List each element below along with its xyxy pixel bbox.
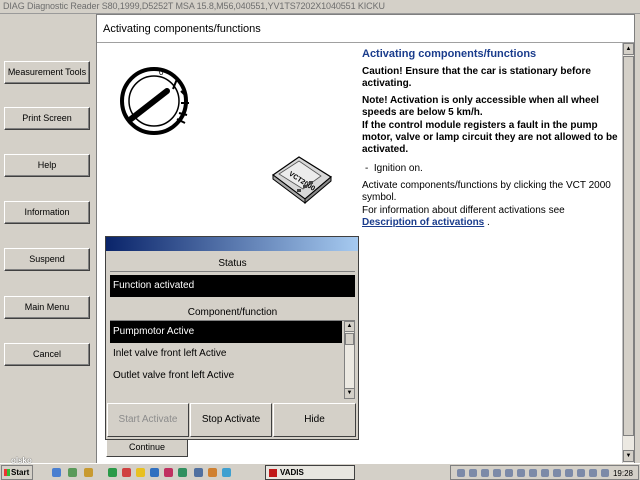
start-activate-button[interactable]: Start Activate	[107, 403, 189, 437]
list-scroll-up-icon[interactable]: ▲	[345, 322, 354, 332]
tray-icon[interactable]	[481, 469, 489, 477]
tray-icon[interactable]	[601, 469, 609, 477]
bullet-item: - Ignition on.	[365, 163, 625, 175]
status-value: Function activated	[110, 275, 355, 297]
information-button[interactable]: Information	[4, 201, 90, 224]
stop-activate-button[interactable]: Stop Activate	[190, 403, 272, 437]
quicklaunch-icon[interactable]	[122, 468, 131, 477]
start-label: Start	[11, 468, 30, 477]
dialog-titlebar[interactable]	[106, 237, 358, 251]
component-label: Component/function	[110, 305, 355, 321]
window-title: DIAG Diagnostic Reader S80,1999,D5252T M…	[3, 1, 385, 11]
svg-text:0: 0	[159, 68, 164, 77]
list-item[interactable]: Pumpmotor Active	[110, 321, 342, 343]
instruction-text: Activate components/functions by clickin…	[362, 180, 611, 203]
link-line: Description of activations .	[362, 217, 622, 229]
quicklaunch-icon[interactable]	[194, 468, 203, 477]
cancel-button[interactable]: Cancel	[4, 343, 90, 366]
print-screen-button[interactable]: Print Screen	[4, 107, 90, 130]
link-suffix: .	[487, 217, 490, 228]
tray-icon[interactable]	[493, 469, 501, 477]
quicklaunch-icon[interactable]	[52, 468, 61, 477]
vct2000-device-icon[interactable]: VCT2000	[269, 149, 335, 207]
continue-button[interactable]: Continue	[106, 437, 188, 457]
quicklaunch-icon[interactable]	[84, 468, 93, 477]
list-item[interactable]: Outlet valve front left Active	[110, 365, 342, 387]
help-button[interactable]: Help	[4, 154, 90, 177]
info-text: For information about different activati…	[362, 205, 565, 216]
quicklaunch-icon[interactable]	[164, 468, 173, 477]
page-header: Activating components/functions	[97, 15, 634, 43]
tray-icon[interactable]	[577, 469, 585, 477]
tray-icon[interactable]	[469, 469, 477, 477]
windows-logo-icon	[4, 469, 10, 476]
quicklaunch-icon[interactable]	[208, 468, 217, 477]
suspend-button[interactable]: Suspend	[4, 248, 90, 271]
note-text: Note! Activation is only accessible when…	[362, 95, 599, 118]
section-title: Activating components/functions	[362, 48, 537, 60]
system-tray: 19:28	[450, 465, 639, 480]
description-of-activations-link[interactable]: Description of activations	[362, 217, 484, 228]
quicklaunch-icon[interactable]	[136, 468, 145, 477]
hide-button[interactable]: Hide	[273, 403, 356, 437]
quicklaunch-icon[interactable]	[222, 468, 231, 477]
fault-text: If the control module registers a fault …	[362, 120, 618, 155]
watermark: olsko	[11, 456, 32, 465]
taskbar: Start VADIS 19:28	[0, 463, 640, 480]
scroll-down-icon[interactable]: ▼	[623, 450, 634, 462]
component-list: Pumpmotor Active Inlet valve front left …	[110, 321, 342, 399]
taskbar-vadis-button[interactable]: VADIS	[265, 465, 355, 480]
quicklaunch-icon[interactable]	[178, 468, 187, 477]
main-menu-button[interactable]: Main Menu	[4, 296, 90, 319]
list-scroll-thumb[interactable]	[345, 333, 354, 345]
list-item[interactable]: Inlet valve front left Active	[110, 343, 342, 365]
window-titlebar: DIAG Diagnostic Reader S80,1999,D5252T M…	[0, 0, 640, 14]
tray-icon[interactable]	[529, 469, 537, 477]
tray-icon[interactable]	[517, 469, 525, 477]
ignition-key-icon: 0	[120, 67, 189, 135]
component-list-scrollbar[interactable]: ▲ ▼	[344, 321, 355, 399]
caution-text: Caution! Ensure that the car is stationa…	[362, 66, 591, 89]
tray-icon[interactable]	[457, 469, 465, 477]
vadis-icon	[269, 469, 277, 477]
bullet-dash-icon: -	[365, 163, 374, 174]
page-header-title: Activating components/functions	[103, 23, 261, 35]
scroll-up-icon[interactable]: ▲	[623, 43, 634, 55]
tray-icon[interactable]	[553, 469, 561, 477]
clock[interactable]: 19:28	[613, 467, 633, 480]
content-scrollbar[interactable]: ▲ ▼	[622, 43, 634, 463]
quicklaunch-icon[interactable]	[150, 468, 159, 477]
bullet-text: Ignition on.	[373, 163, 423, 174]
activation-dialog: Status Function activated Component/func…	[105, 236, 359, 440]
taskbar-vadis-label: VADIS	[280, 468, 304, 477]
status-label: Status	[110, 256, 355, 272]
quicklaunch-icon[interactable]	[108, 468, 117, 477]
list-scroll-down-icon[interactable]: ▼	[345, 388, 354, 398]
tray-icon[interactable]	[589, 469, 597, 477]
tray-icon[interactable]	[505, 469, 513, 477]
tray-icon[interactable]	[541, 469, 549, 477]
start-button[interactable]: Start	[1, 465, 33, 480]
measurement-tools-button[interactable]: Measurement Tools	[4, 61, 90, 84]
scroll-thumb[interactable]	[623, 56, 634, 436]
quicklaunch-icon[interactable]	[68, 468, 77, 477]
tray-icon[interactable]	[565, 469, 573, 477]
